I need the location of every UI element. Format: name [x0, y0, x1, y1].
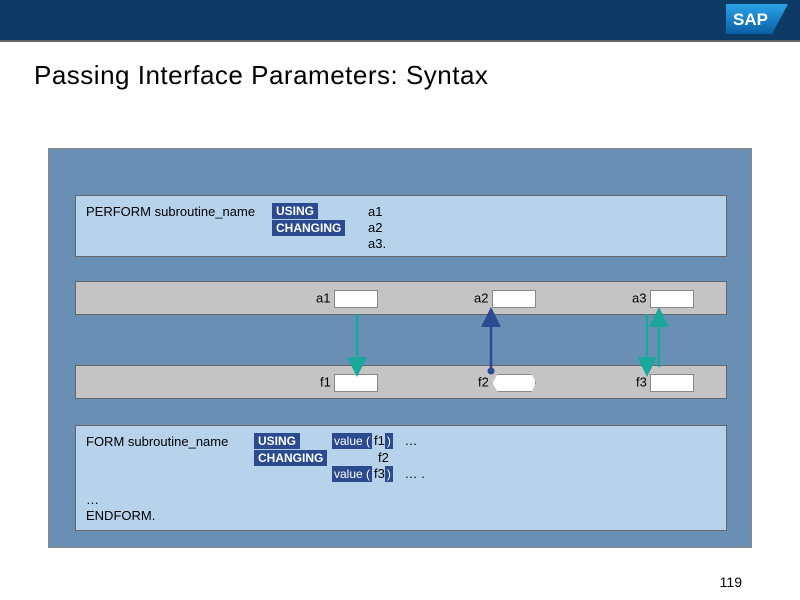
perform-keyword: PERFORM subroutine_name — [86, 204, 255, 219]
value-open-3: value ( — [332, 466, 372, 482]
perform-a1: a1 — [368, 204, 382, 219]
page-number: 119 — [720, 574, 742, 590]
f1-box — [334, 374, 378, 392]
form-f3: f3 — [374, 466, 385, 481]
main-panel: PERFORM subroutine_name USING CHANGING a… — [48, 148, 752, 548]
form-block: FORM subroutine_name USING CHANGING valu… — [75, 425, 727, 531]
a2-label: a2 — [474, 290, 488, 305]
changing-keyword: CHANGING — [272, 220, 345, 236]
actual-params-row: a1 a2 a3 — [75, 281, 727, 315]
header-bar: SAP — [0, 0, 800, 40]
value-close-1: ) — [385, 433, 393, 449]
f2-box — [492, 374, 536, 392]
form-keyword: FORM subroutine_name — [86, 434, 228, 449]
endform: ENDFORM. — [86, 508, 155, 523]
a3-box — [650, 290, 694, 308]
form-using: USING — [254, 433, 300, 449]
form-f2: f2 — [378, 450, 389, 465]
perform-a3: a3. — [368, 236, 386, 251]
form-ellipsis: … — [86, 492, 99, 507]
f1-label: f1 — [320, 374, 331, 389]
f2-label: f2 — [478, 374, 489, 389]
value-close-3: ) — [385, 466, 393, 482]
dots-1: … — [405, 433, 418, 448]
a1-label: a1 — [316, 290, 330, 305]
f3-box — [650, 374, 694, 392]
a1-box — [334, 290, 378, 308]
perform-a2: a2 — [368, 220, 382, 235]
header-rule — [0, 40, 800, 42]
formal-params-row: f1 f2 f3 — [75, 365, 727, 399]
dots-2: … . — [405, 466, 425, 481]
a3-label: a3 — [632, 290, 646, 305]
form-changing: CHANGING — [254, 450, 327, 466]
f3-label: f3 — [636, 374, 647, 389]
perform-block: PERFORM subroutine_name USING CHANGING a… — [75, 195, 727, 257]
slide-title: Passing Interface Parameters: Syntax — [34, 60, 800, 91]
using-keyword: USING — [272, 203, 318, 219]
a2-box — [492, 290, 536, 308]
value-open-1: value ( — [332, 433, 372, 449]
sap-logo-text: SAP — [733, 10, 768, 29]
form-f1: f1 — [374, 433, 385, 448]
sap-logo: SAP — [726, 4, 788, 39]
